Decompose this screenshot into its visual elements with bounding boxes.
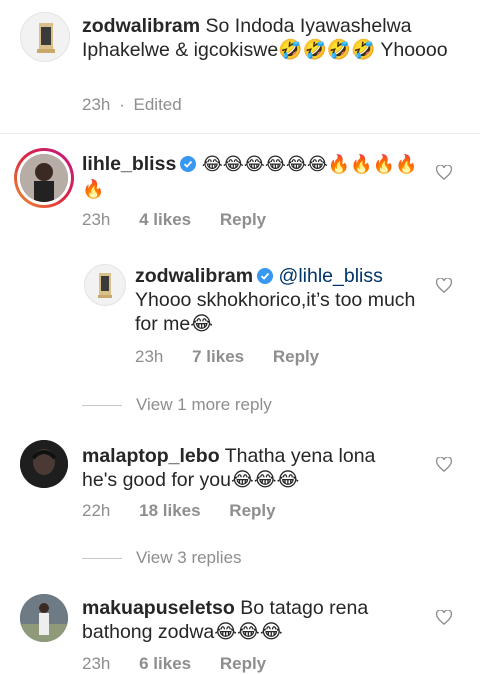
comment-edited: Edited [133, 95, 182, 114]
avatar [17, 151, 71, 205]
comment-username[interactable]: zodwalibram [82, 15, 200, 37]
comment-time: 22h [82, 501, 111, 520]
avatar[interactable] [20, 594, 68, 642]
comment-mention[interactable]: @lihle_bliss [279, 265, 383, 287]
avatar-image [20, 154, 68, 202]
comment-meta: 23h 7 likes Reply [135, 347, 343, 367]
comment-likes[interactable]: 7 likes [192, 347, 244, 366]
comment-item: makuapuseletso Bo tatago rena bathong zo… [0, 586, 480, 673]
comment-meta: 22h 18 likes Reply [82, 501, 300, 521]
comment-text: malaptop_lebo Thatha yena lona he's good… [82, 444, 412, 492]
view-replies-label: View 3 replies [136, 548, 242, 567]
comment-username[interactable]: malaptop_lebo [82, 445, 220, 467]
comment-time: 23h [135, 347, 164, 366]
avatar-image [20, 440, 68, 488]
comment-item: zodwalibram So Indoda Iyawashelwa Iphake… [0, 0, 480, 130]
comment-likes[interactable]: 6 likes [139, 654, 191, 673]
reply-button[interactable]: Reply [229, 501, 275, 520]
comment-time: 23h [82, 654, 111, 673]
comment-text: zodwalibram So Indoda Iyawashelwa Iphake… [82, 14, 452, 62]
comment-body: Yhooo skhokhorico,it’s too much for me😂 [135, 289, 416, 335]
reply-button[interactable]: Reply [273, 347, 319, 366]
comment-item: lihle_bliss 😂😂😂😂😂😂🔥🔥🔥🔥🔥 23h 4 likes Repl… [0, 140, 480, 240]
avatar-image [98, 273, 112, 298]
reply-item: zodwalibram @lihle_bliss Yhooo skhokhori… [0, 258, 480, 378]
view-more-replies[interactable]: View 1 more reply [82, 395, 272, 415]
comment-likes[interactable]: 18 likes [139, 501, 200, 520]
verified-badge-icon [257, 268, 274, 284]
meta-separator: · [119, 95, 125, 114]
heart-icon[interactable] [435, 456, 453, 477]
reply-button[interactable]: Reply [220, 210, 266, 229]
comment-text: makuapuseletso Bo tatago rena bathong zo… [82, 596, 412, 644]
comment-item: malaptop_lebo Thatha yena lona he's good… [0, 432, 480, 532]
avatar-image [20, 594, 68, 642]
comment-text: lihle_bliss 😂😂😂😂😂😂🔥🔥🔥🔥🔥 [82, 152, 422, 202]
heart-icon[interactable] [435, 609, 453, 630]
avatar-image [37, 23, 55, 53]
avatar[interactable] [84, 264, 126, 306]
avatar-story-ring[interactable] [14, 148, 74, 208]
reply-button[interactable]: Reply [220, 654, 266, 673]
verified-badge-icon [180, 156, 197, 172]
comment-text: zodwalibram @lihle_bliss Yhooo skhokhori… [135, 264, 425, 336]
heart-icon[interactable] [435, 164, 453, 185]
comment-time: 23h [82, 210, 111, 229]
comment-meta: 23h · Edited [82, 95, 206, 115]
avatar[interactable] [20, 12, 70, 62]
avatar[interactable] [20, 440, 68, 488]
view-replies-line [82, 558, 122, 560]
heart-icon[interactable] [435, 277, 453, 298]
comment-likes[interactable]: 4 likes [139, 210, 191, 229]
comment-meta: 23h 6 likes Reply [82, 654, 290, 674]
comment-meta: 23h 4 likes Reply [82, 210, 290, 230]
divider [0, 133, 480, 134]
comment-time: 23h [82, 95, 111, 114]
comment-username[interactable]: makuapuseletso [82, 597, 235, 619]
comment-username[interactable]: lihle_bliss [82, 153, 176, 175]
view-replies-line [82, 405, 122, 407]
view-replies-label: View 1 more reply [136, 395, 272, 414]
view-more-replies[interactable]: View 3 replies [82, 548, 242, 568]
comment-username[interactable]: zodwalibram [135, 265, 253, 287]
